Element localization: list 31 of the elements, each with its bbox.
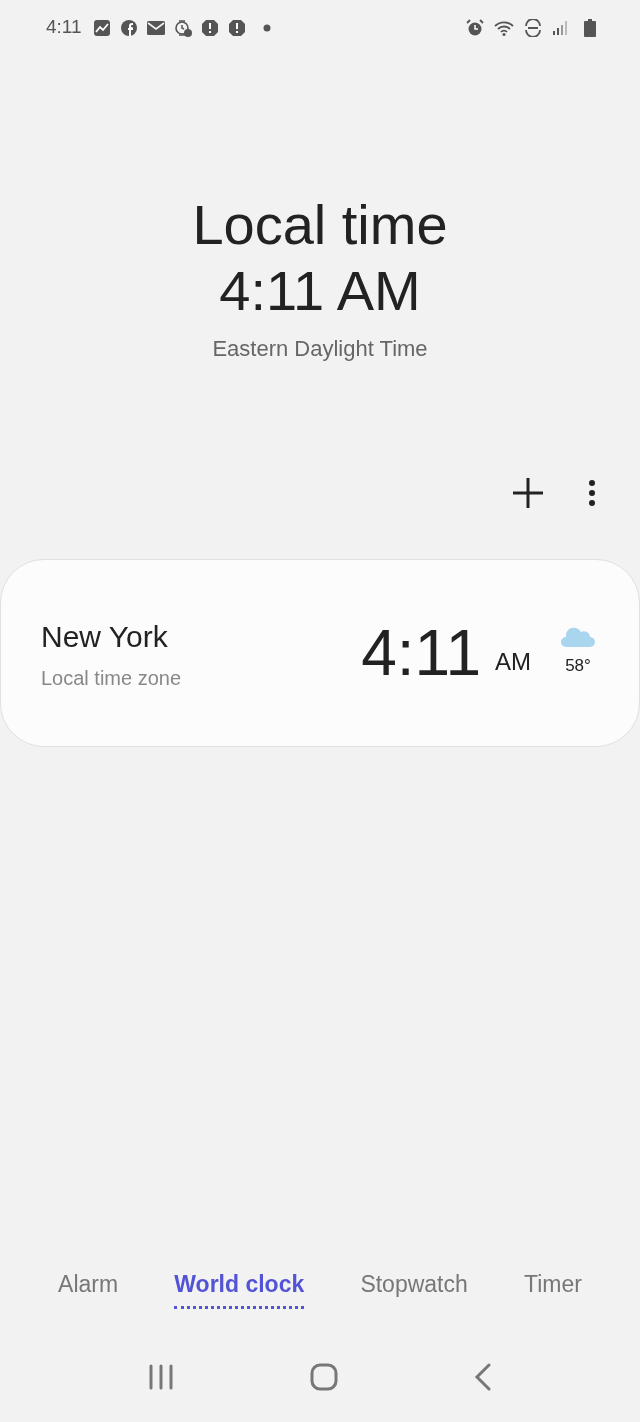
recent-apps-icon[interactable] [148,1364,174,1390]
cloud-icon [561,627,595,648]
home-icon[interactable] [310,1363,338,1391]
mail-icon [146,20,165,35]
title: Local time [192,192,448,258]
tab[interactable]: Timer [523,1267,582,1309]
more-options-icon[interactable] [588,479,596,507]
city-name: New York [41,618,169,655]
city-subtitle: Local time zone [41,665,183,691]
time-zone-name: Eastern Daylight Time [212,335,428,363]
city-card[interactable]: New York Local time zone 4:11 AM 58° [0,559,640,747]
status-time: 4:11 [46,15,82,40]
watch-icon [173,17,192,38]
alert-icon [200,18,219,37]
alarm-icon [466,18,484,37]
local-time: 4:11 AM [219,258,421,324]
tab[interactable]: World clock [174,1267,305,1309]
back-icon[interactable] [474,1363,492,1391]
dot-icon [262,23,271,32]
am-pm: AM [495,647,531,677]
wifi-icon [494,19,514,36]
tab[interactable]: Alarm [58,1267,119,1309]
signal-icon [552,19,568,36]
alert-icon [227,18,246,37]
temperature: 58° [565,655,591,678]
city-time: 4:11 [361,621,481,685]
circle-icon [119,18,138,37]
chart-icon [92,18,111,37]
add-icon[interactable] [512,477,544,509]
tab[interactable]: Stopwatch [360,1267,468,1309]
battery-icon [584,18,596,37]
